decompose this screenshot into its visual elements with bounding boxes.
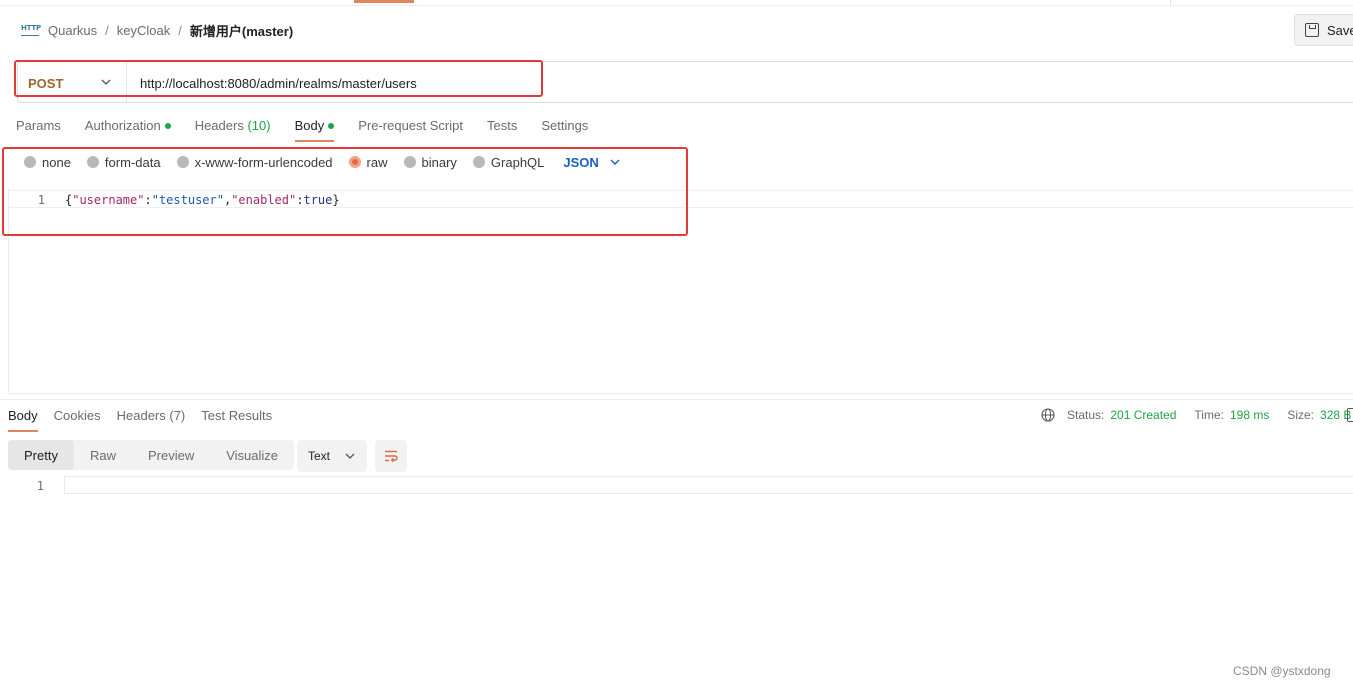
status-dot [164, 122, 171, 129]
response-tab-test-results[interactable]: Test Results [201, 408, 272, 432]
chevron-down-icon [345, 453, 355, 459]
top-divider-tick [1170, 0, 1171, 6]
body-type-options: none form-data x-www-form-urlencoded raw… [24, 153, 621, 171]
radio-icon [176, 156, 189, 168]
time-value[interactable]: 198 ms [1230, 408, 1269, 422]
status-label: Status: [1067, 408, 1105, 422]
tab-tests[interactable]: Tests [487, 118, 517, 142]
breadcrumb-item-keycloak[interactable]: keyCloak [117, 23, 170, 38]
radio-checked-icon [348, 156, 361, 168]
time-label: Time: [1194, 408, 1224, 422]
request-tabs: Params Authorization Headers (10) Body P… [16, 118, 612, 142]
code-line[interactable]: {"username":"testuser","enabled":true} [65, 193, 340, 207]
breadcrumb-item-quarkus[interactable]: Quarkus [48, 23, 97, 38]
tab-body[interactable]: Body [294, 118, 335, 142]
response-tab-headers[interactable]: Headers (7) [117, 408, 186, 432]
globe-icon[interactable] [1041, 408, 1055, 422]
response-meta: Status: 201 Created Time: 198 ms Size: 3… [1041, 408, 1351, 422]
tab-headers[interactable]: Headers (10) [195, 118, 271, 142]
tab-pre-request-script[interactable]: Pre-request Script [358, 118, 463, 142]
radio-icon [86, 156, 99, 168]
response-divider[interactable] [0, 399, 1353, 400]
chevron-down-icon[interactable] [100, 76, 112, 88]
status-value[interactable]: 201 Created [1110, 408, 1176, 422]
chevron-down-icon [610, 159, 620, 165]
active-window-tab-indicator [354, 0, 414, 3]
radio-icon [472, 156, 485, 168]
save-response-icon[interactable] [1347, 408, 1353, 422]
url-divider [126, 62, 127, 102]
watermark: CSDN @ystxdong [1233, 664, 1331, 678]
wrap-lines-icon [385, 450, 398, 463]
view-mode-raw[interactable]: Raw [74, 440, 132, 470]
tab-params[interactable]: Params [16, 118, 61, 142]
body-type-graphql[interactable]: GraphQL [472, 155, 544, 170]
response-line-number: 1 [36, 479, 44, 493]
body-type-raw[interactable]: raw [348, 155, 388, 170]
response-format-select[interactable]: Text [297, 440, 367, 472]
wrap-lines-button[interactable] [375, 440, 407, 472]
breadcrumb: HTTP Quarkus / keyCloak / 新增用户(master) [20, 20, 293, 40]
body-type-none[interactable]: none [24, 155, 71, 170]
breadcrumb-separator: / [105, 22, 109, 38]
response-tab-body[interactable]: Body [8, 408, 38, 432]
save-button-label: Save [1327, 22, 1353, 38]
body-type-form-data[interactable]: form-data [86, 155, 161, 170]
http-method-select[interactable]: POST [28, 76, 63, 91]
body-language-select[interactable]: JSON [563, 155, 620, 170]
tab-settings[interactable]: Settings [541, 118, 588, 142]
response-tabs: Body Cookies Headers (7) Test Results [8, 408, 288, 432]
size-label: Size: [1287, 408, 1315, 422]
line-number: 1 [37, 193, 45, 207]
breadcrumb-separator: / [178, 22, 182, 38]
request-name[interactable]: 新增用户(master) [190, 21, 293, 40]
view-mode-preview[interactable]: Preview [132, 440, 210, 470]
save-icon [1305, 23, 1319, 37]
radio-icon [24, 156, 36, 168]
response-tab-cookies[interactable]: Cookies [54, 408, 101, 432]
tab-authorization[interactable]: Authorization [85, 118, 171, 142]
response-body-editor[interactable] [64, 476, 1353, 494]
response-view-modes: Pretty Raw Preview Visualize [8, 440, 295, 470]
view-mode-visualize[interactable]: Visualize [210, 440, 294, 470]
body-type-binary[interactable]: binary [403, 155, 457, 170]
radio-icon [403, 156, 416, 168]
body-type-urlencoded[interactable]: x-www-form-urlencoded [176, 155, 333, 170]
url-bar: POST [17, 61, 1353, 103]
view-mode-pretty[interactable]: Pretty [8, 440, 74, 470]
request-body-editor[interactable]: 1 {"username":"testuser","enabled":true} [8, 188, 1353, 394]
save-button[interactable]: Save [1294, 14, 1353, 46]
top-divider [0, 5, 1353, 6]
status-dot [328, 122, 335, 129]
url-input[interactable] [140, 74, 840, 92]
http-request-icon: HTTP [20, 23, 41, 37]
